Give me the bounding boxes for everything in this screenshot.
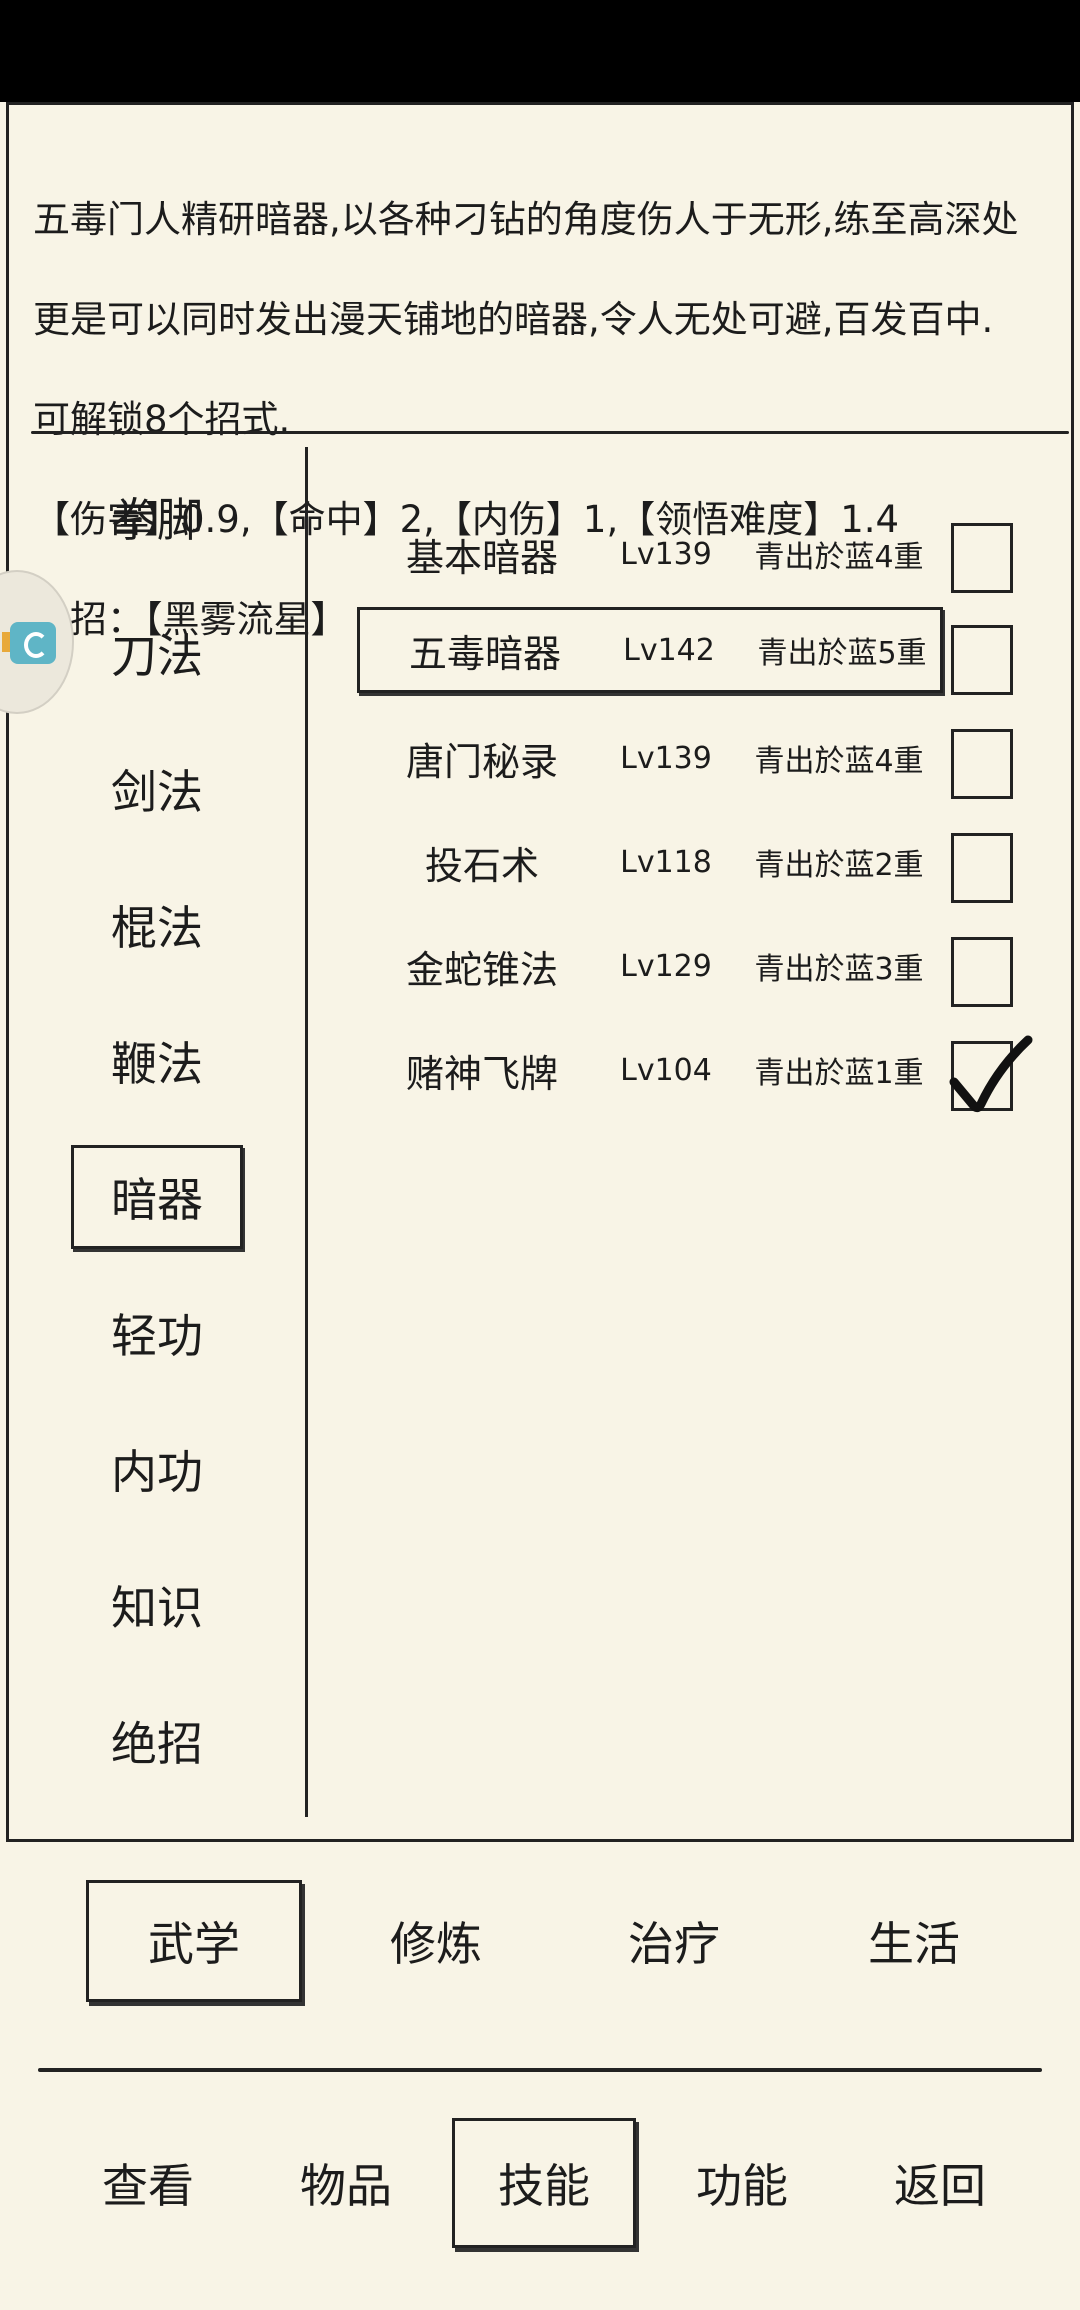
skill-level: Lv129 xyxy=(620,948,712,984)
category-hidden-weapon[interactable]: 暗器 xyxy=(71,1145,243,1249)
tab-life[interactable]: 生活 xyxy=(806,1880,1022,2002)
category-staff[interactable]: 棍法 xyxy=(71,873,243,977)
skill-row[interactable]: 五毒暗器 Lv142 青出於蓝5重 xyxy=(357,607,943,693)
tab-training[interactable]: 修炼 xyxy=(328,1880,544,2002)
nav-divider xyxy=(38,2068,1042,2072)
category-ultimate[interactable]: 绝招 xyxy=(71,1689,243,1793)
category-fist[interactable]: 拳脚 xyxy=(71,465,243,569)
skill-level: Lv142 xyxy=(623,632,715,668)
skill-row[interactable]: 金蛇锥法 Lv129 青出於蓝3重 xyxy=(357,923,943,1009)
game-app: 五毒门人精研暗器,以各种刁钻的角度伤人于无形,练至高深处 更是可以同时发出漫天铺… xyxy=(0,102,1080,2310)
skill-name: 基本暗器 xyxy=(405,535,558,580)
floating-assistant-icon xyxy=(10,622,56,664)
skill-checkbox[interactable] xyxy=(951,937,1013,1007)
skill-rank: 青出於蓝2重 xyxy=(754,848,924,883)
skill-rank: 青出於蓝3重 xyxy=(754,952,924,987)
skill-row[interactable]: 唐门秘录 Lv139 青出於蓝4重 xyxy=(357,715,943,801)
skill-checkbox[interactable] xyxy=(951,523,1013,593)
skill-level: Lv118 xyxy=(620,844,712,880)
nav-items[interactable]: 物品 xyxy=(254,2118,438,2248)
skill-name: 金蛇锥法 xyxy=(405,947,558,992)
tab-martial-arts[interactable]: 武学 xyxy=(86,1880,302,2002)
skill-checkbox-checked[interactable] xyxy=(949,1035,1033,1113)
skill-panel: 五毒门人精研暗器,以各种刁钻的角度伤人于无形,练至高深处 更是可以同时发出漫天铺… xyxy=(6,102,1074,1842)
nav-skills[interactable]: 技能 xyxy=(452,2118,636,2248)
skill-row[interactable]: 基本暗器 Lv139 青出於蓝4重 xyxy=(357,511,943,597)
nav-view[interactable]: 查看 xyxy=(56,2118,240,2248)
description-divider xyxy=(31,431,1069,434)
skill-name: 五毒暗器 xyxy=(408,631,561,676)
category-lightness[interactable]: 轻功 xyxy=(71,1281,243,1385)
tab-healing[interactable]: 治疗 xyxy=(566,1880,782,2002)
skill-rank: 青出於蓝5重 xyxy=(757,636,927,671)
status-bar xyxy=(0,0,1080,102)
category-inner[interactable]: 内功 xyxy=(71,1417,243,1521)
nav-functions[interactable]: 功能 xyxy=(650,2118,834,2248)
skill-name: 投石术 xyxy=(424,843,539,888)
description-line: 可解锁8个招式. xyxy=(33,398,291,441)
skill-row[interactable]: 赌神飞牌 Lv104 青出於蓝1重 xyxy=(357,1027,943,1113)
skill-checkbox[interactable] xyxy=(951,833,1013,903)
nav-back[interactable]: 返回 xyxy=(848,2118,1032,2248)
category-whip[interactable]: 鞭法 xyxy=(71,1009,243,1113)
screen: 五毒门人精研暗器,以各种刁钻的角度伤人于无形,练至高深处 更是可以同时发出漫天铺… xyxy=(0,0,1080,2310)
skill-checkbox[interactable] xyxy=(951,625,1013,695)
skill-level: Lv139 xyxy=(620,740,712,776)
category-knowledge[interactable]: 知识 xyxy=(71,1553,243,1657)
category-blade[interactable]: 刀法 xyxy=(71,601,243,705)
skill-checkbox[interactable] xyxy=(951,729,1013,799)
skill-rank: 青出於蓝4重 xyxy=(754,540,924,575)
description-line: 五毒门人精研暗器,以各种刁钻的角度伤人于无形,练至高深处 xyxy=(33,198,1019,241)
skill-name: 赌神飞牌 xyxy=(405,1051,558,1096)
checkmark-icon xyxy=(949,1035,1033,1113)
skill-name: 唐门秘录 xyxy=(405,739,558,784)
skill-row[interactable]: 投石术 Lv118 青出於蓝2重 xyxy=(357,819,943,905)
skill-level: Lv139 xyxy=(620,536,712,572)
skill-rank: 青出於蓝1重 xyxy=(754,1056,924,1091)
description-line: 更是可以同时发出漫天铺地的暗器,令人无处可避,百发百中. xyxy=(33,298,994,341)
category-divider xyxy=(305,447,308,1817)
skill-rank: 青出於蓝4重 xyxy=(754,744,924,779)
category-sword[interactable]: 剑法 xyxy=(71,737,243,841)
skill-level: Lv104 xyxy=(620,1052,712,1088)
